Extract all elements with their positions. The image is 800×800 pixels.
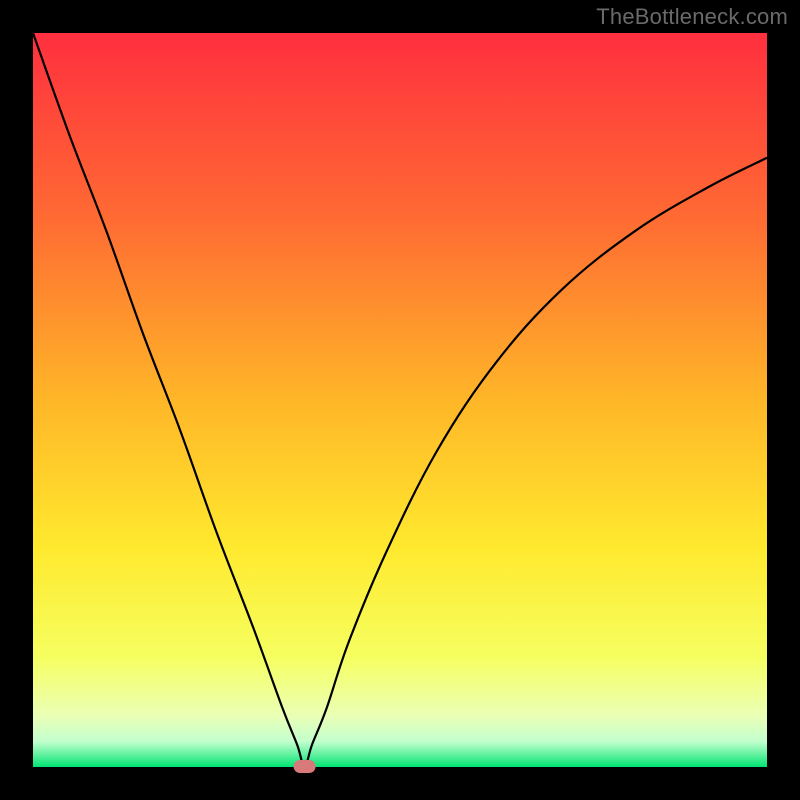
bottleneck-chart (0, 0, 800, 800)
watermark-text: TheBottleneck.com (596, 4, 788, 30)
optimum-marker (294, 760, 316, 773)
chart-frame: TheBottleneck.com (0, 0, 800, 800)
optimum-marker-pill (294, 760, 316, 773)
plot-background (33, 33, 767, 767)
